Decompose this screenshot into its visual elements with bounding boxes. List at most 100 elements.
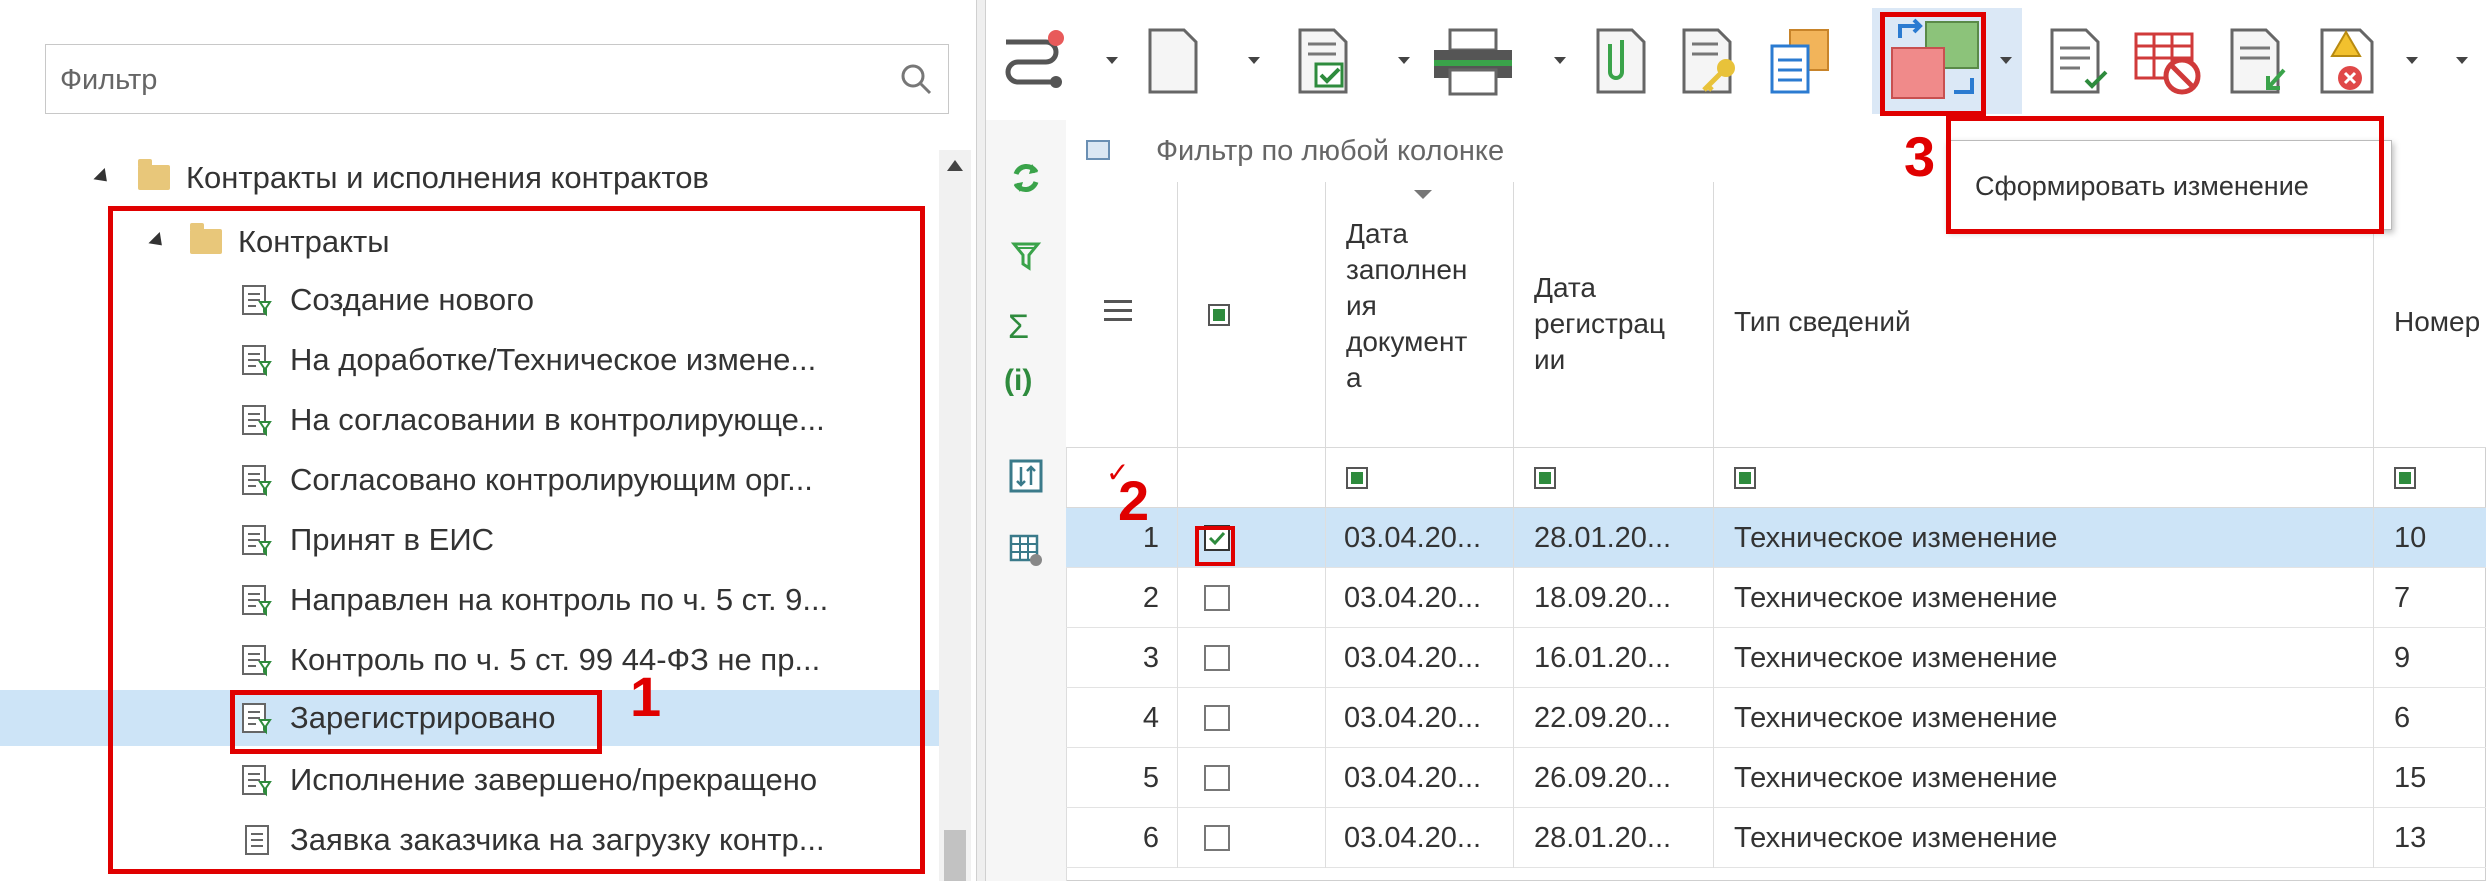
- filter-checkbox[interactable]: [1734, 467, 1756, 489]
- scroll-up-icon[interactable]: [947, 160, 963, 171]
- grid-side-toolbar: Σ (i): [986, 120, 1067, 881]
- annotation-number-1: 1: [630, 665, 662, 728]
- sum-icon[interactable]: Σ: [1008, 308, 1029, 347]
- row-select-cell[interactable]: [1178, 748, 1326, 808]
- row-select-cell[interactable]: [1178, 628, 1326, 688]
- row-checkbox[interactable]: [1204, 645, 1230, 671]
- table-row[interactable]: 5 03.04.20... 26.09.20... Техническое из…: [1066, 748, 2486, 808]
- row-select-cell[interactable]: [1178, 568, 1326, 628]
- filter-checkbox[interactable]: [1534, 467, 1556, 489]
- filter-cell[interactable]: [2374, 448, 2486, 508]
- fill-date-cell: 03.04.20...: [1326, 688, 1514, 748]
- print-icon[interactable]: [1428, 24, 1518, 98]
- toolbar: [986, 0, 2486, 121]
- select-all-checkbox[interactable]: [1208, 304, 1230, 326]
- row-number: 4: [1066, 688, 1178, 748]
- filter-icon[interactable]: [1008, 238, 1044, 274]
- reg-date-cell: 28.01.20...: [1514, 508, 1714, 568]
- form-change-dropdown-icon[interactable]: [2000, 57, 2012, 64]
- fill-date-cell: 03.04.20...: [1326, 568, 1514, 628]
- fill-date-cell: 03.04.20...: [1326, 808, 1514, 868]
- new-doc-icon[interactable]: [1136, 24, 1210, 98]
- type-cell: Техническое изменение: [1714, 808, 2374, 868]
- search-icon[interactable]: [898, 61, 934, 97]
- doc-check-icon[interactable]: [2042, 24, 2116, 98]
- tree-filter-input[interactable]: [58, 55, 882, 105]
- warning-icon[interactable]: [2312, 24, 2386, 98]
- fill-date-cell: 03.04.20...: [1326, 628, 1514, 688]
- folder-icon: [138, 159, 170, 190]
- annotation-number-3: 3: [1904, 125, 1936, 188]
- scroll-thumb[interactable]: [944, 830, 966, 881]
- filter-checkbox[interactable]: [2394, 467, 2416, 489]
- table-row[interactable]: 2 03.04.20... 18.09.20... Техническое из…: [1066, 568, 2486, 628]
- info-icon[interactable]: (i): [1004, 364, 1032, 398]
- table-row[interactable]: 4 03.04.20... 22.09.20... Техническое из…: [1066, 688, 2486, 748]
- row-number: 2: [1066, 568, 1178, 628]
- route-dropdown-icon[interactable]: [1106, 57, 1118, 64]
- refresh-icon[interactable]: [1008, 160, 1044, 196]
- warning-dropdown-icon[interactable]: [2406, 57, 2418, 64]
- header-line: заполнен: [1346, 254, 1468, 285]
- sort-desc-icon: [1414, 190, 1432, 199]
- column-menu-header[interactable]: [1066, 182, 1178, 448]
- approve-doc-icon[interactable]: [1286, 24, 1360, 98]
- row-checkbox[interactable]: [1204, 585, 1230, 611]
- tree-node-label: Контракты и исполнения контрактов: [186, 160, 709, 195]
- row-checkbox[interactable]: [1204, 825, 1230, 851]
- tree-node-contracts-root[interactable]: Контракты и исполнения контрактов: [0, 150, 940, 206]
- table-row[interactable]: 1 03.04.20... 28.01.20... Техническое из…: [1066, 508, 2486, 568]
- menu-icon[interactable]: [1104, 300, 1132, 303]
- doc-export-icon[interactable]: [2222, 24, 2296, 98]
- number-cell: 15: [2394, 762, 2427, 794]
- select-all-header[interactable]: [1178, 182, 1326, 448]
- fill-date-cell: 03.04.20...: [1326, 508, 1514, 568]
- row-checkbox[interactable]: [1204, 705, 1230, 731]
- number-cell: 6: [2394, 702, 2411, 734]
- annotation-box-selected-item: [230, 690, 602, 754]
- row-select-cell[interactable]: [1178, 688, 1326, 748]
- filter-cell[interactable]: [1514, 448, 1714, 508]
- tree-filter[interactable]: [45, 44, 949, 114]
- header-line: ии: [1534, 344, 1566, 375]
- header-line: Дата: [1346, 218, 1409, 249]
- clipboard-icon[interactable]: [1764, 24, 1838, 98]
- reg-date-cell: 18.09.20...: [1514, 568, 1714, 628]
- table-settings-icon[interactable]: [1008, 532, 1044, 568]
- reg-date-cell: 28.01.20...: [1514, 808, 1714, 868]
- type-cell: Техническое изменение: [1714, 508, 2374, 568]
- collapse-icon[interactable]: [93, 167, 113, 188]
- column-header-fill-date[interactable]: Дата заполнен ия документ а: [1326, 182, 1514, 448]
- route-icon[interactable]: [996, 24, 1070, 98]
- table-row[interactable]: 3 03.04.20... 16.01.20... Техническое из…: [1066, 628, 2486, 688]
- panel-splitter[interactable]: [976, 0, 986, 881]
- header-line: ия: [1346, 290, 1377, 321]
- filter-cell[interactable]: [1714, 448, 2374, 508]
- panel-toggle-icon[interactable]: [1086, 140, 1110, 160]
- tree-scrollbar[interactable]: [939, 150, 971, 881]
- row-number: 5: [1066, 748, 1178, 808]
- column-header-reg-date[interactable]: Дата регистрац ии: [1514, 182, 1714, 448]
- grid-filter-input[interactable]: Фильтр по любой колонке: [1156, 120, 1504, 182]
- number-cell: 10: [2394, 522, 2427, 554]
- sort-icon[interactable]: [1008, 458, 1044, 494]
- approve-dropdown-icon[interactable]: [1398, 57, 1410, 64]
- more-dropdown-icon[interactable]: [2456, 57, 2468, 64]
- row-number: 6: [1066, 808, 1178, 868]
- table-row[interactable]: 6 03.04.20... 28.01.20... Техническое из…: [1066, 808, 2486, 868]
- annotation-box-checkbox: [1195, 526, 1235, 566]
- header-line: Номер: [2394, 306, 2481, 337]
- row-select-cell[interactable]: [1178, 808, 1326, 868]
- table-cancel-icon[interactable]: [2130, 24, 2204, 98]
- new-doc-dropdown-icon[interactable]: [1248, 57, 1260, 64]
- row-checkbox[interactable]: [1204, 765, 1230, 791]
- filter-cell[interactable]: [1326, 448, 1514, 508]
- sign-key-icon[interactable]: [1676, 24, 1750, 98]
- attach-icon[interactable]: [1584, 24, 1658, 98]
- annotation-box-tooltip: [1946, 116, 2384, 234]
- annotation-box-form-change: [1880, 12, 1986, 116]
- filter-checkbox[interactable]: [1346, 467, 1368, 489]
- print-dropdown-icon[interactable]: [1554, 57, 1566, 64]
- number-cell: 9: [2394, 642, 2411, 674]
- filter-cell[interactable]: [1178, 448, 1326, 508]
